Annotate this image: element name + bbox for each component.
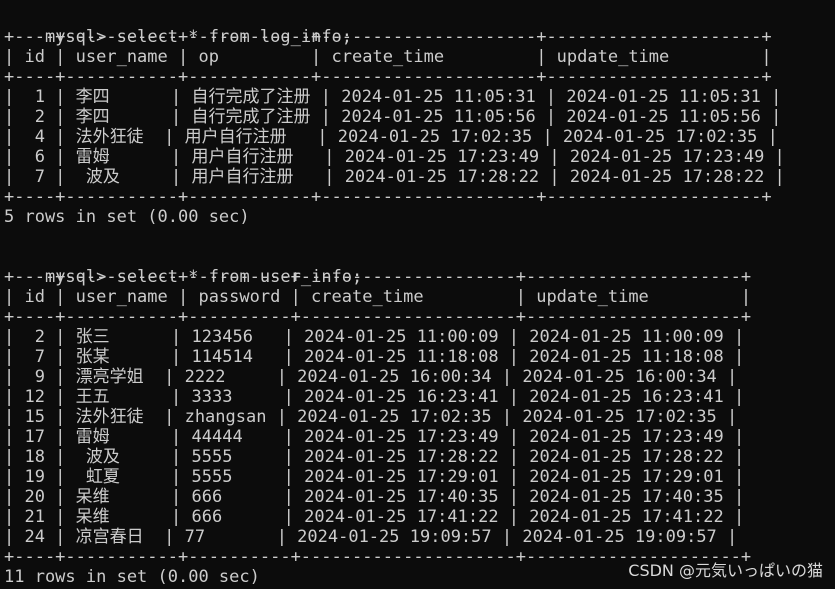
table-row: | 19 | 虹夏 | 5555 | 2024-01-25 17:29:01 |… <box>4 467 745 487</box>
table-row: | 12 | 王五 | 3333 | 2024-01-25 16:23:41 |… <box>4 387 745 407</box>
table-row: | 15 | 法外狂徒 | zhangsan | 2024-01-25 17:0… <box>4 407 738 427</box>
table-border-bottom: +----+-----------+------------+---------… <box>4 187 772 207</box>
table-header-row: | id | user_name | op | create_time | up… <box>4 47 772 67</box>
table-row: | 2 | 张三 | 123456 | 2024-01-25 11:00:09 … <box>4 327 745 347</box>
result-summary: 11 rows in set (0.00 sec) <box>4 567 260 587</box>
table-border-mid: +----+-----------+------------+---------… <box>4 67 772 87</box>
terminal-window[interactable]: mysql> select * from log_info; +----+---… <box>0 0 835 589</box>
table-border-top: +----+-----------+----------+-----------… <box>4 267 752 287</box>
table-row: | 6 | 雷姆 | 用户自行注册 | 2024-01-25 17:23:49 … <box>4 147 785 167</box>
command-line-2: mysql> select * from user_info; <box>4 247 362 287</box>
table-row: | 2 | 李四 | 自行完成了注册 | 2024-01-25 11:05:56… <box>4 107 782 127</box>
table-row: | 21 | 呆维 | 666 | 2024-01-25 17:41:22 | … <box>4 507 745 527</box>
table-row: | 18 | 波及 | 5555 | 2024-01-25 17:28:22 |… <box>4 447 745 467</box>
result-summary: 5 rows in set (0.00 sec) <box>4 207 250 227</box>
table-row: | 7 | 波及 | 用户自行注册 | 2024-01-25 17:28:22 … <box>4 167 785 187</box>
table-row: | 1 | 李四 | 自行完成了注册 | 2024-01-25 11:05:31… <box>4 87 782 107</box>
command-line-1: mysql> select * from log_info; <box>4 7 352 47</box>
table-row: | 9 | 漂亮学姐 | 2222 | 2024-01-25 16:00:34 … <box>4 367 738 387</box>
csdn-watermark: CSDN @元気いっぱいの猫 <box>628 561 823 580</box>
table-row: | 20 | 呆维 | 666 | 2024-01-25 17:40:35 | … <box>4 487 745 507</box>
table-row: | 24 | 凉宫春日 | 77 | 2024-01-25 19:09:57 |… <box>4 527 738 547</box>
table-row: | 7 | 张某 | 114514 | 2024-01-25 11:18:08 … <box>4 347 745 367</box>
table-border-mid: +----+-----------+----------+-----------… <box>4 307 752 327</box>
table-header-row: | id | user_name | password | create_tim… <box>4 287 752 307</box>
table-row: | 17 | 雷姆 | 44444 | 2024-01-25 17:23:49 … <box>4 427 745 447</box>
table-border-top: +----+-----------+------------+---------… <box>4 27 772 47</box>
table-row: | 4 | 法外狂徒 | 用户自行注册 | 2024-01-25 17:02:3… <box>4 127 778 147</box>
